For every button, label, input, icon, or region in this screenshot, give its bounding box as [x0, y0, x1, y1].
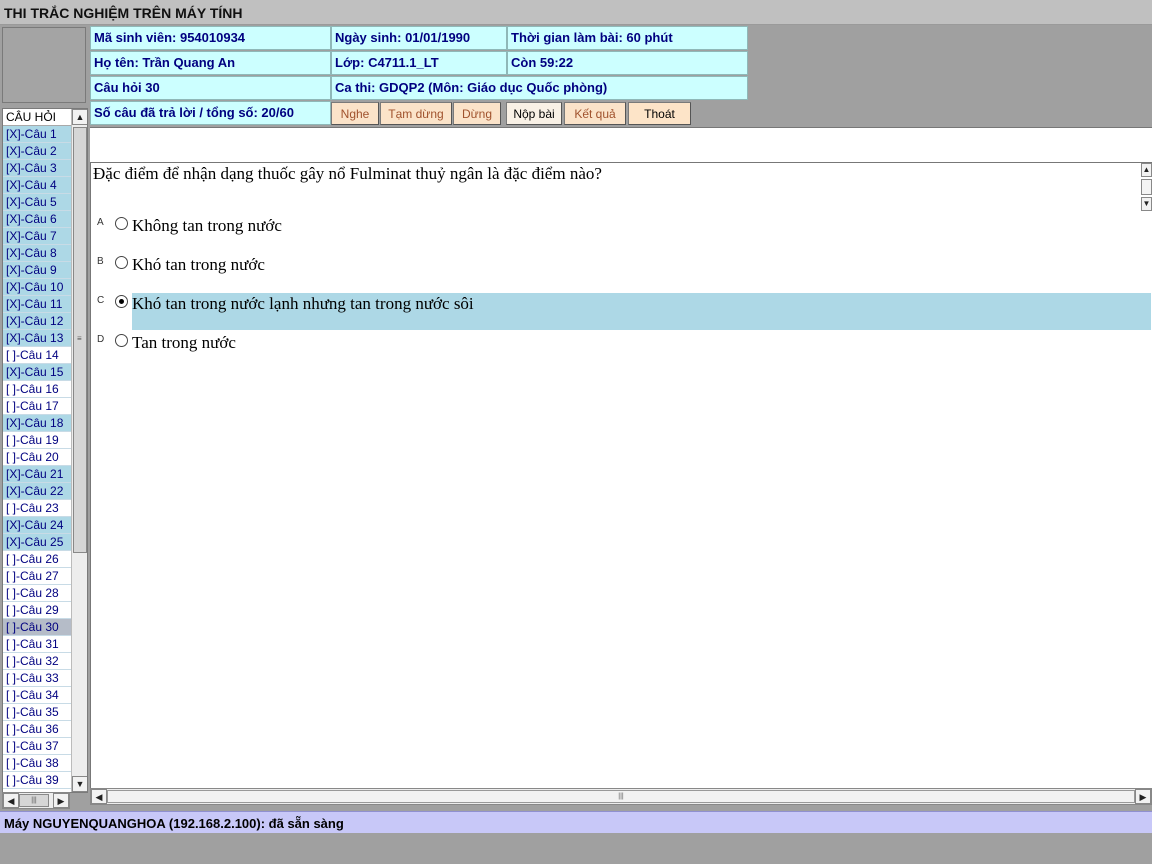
- question-list-item[interactable]: [X]-Câu 8: [3, 245, 71, 262]
- option-letter: D: [97, 334, 105, 345]
- scroll-down-arrow-icon[interactable]: ▼: [72, 776, 87, 792]
- option-letter: A: [97, 217, 104, 228]
- question-list-item[interactable]: [ ]-Câu 17: [3, 398, 71, 415]
- question-list-item[interactable]: [ ]-Câu 32: [3, 653, 71, 670]
- option-d[interactable]: D Tan trong nước: [91, 332, 1151, 370]
- student-id-cell: Mã sinh viên: 954010934: [90, 26, 331, 50]
- student-name-cell: Họ tên: Trần Quang An: [90, 51, 331, 75]
- dob-cell: Ngày sinh: 01/01/1990: [331, 26, 507, 50]
- question-list-item[interactable]: [ ]-Câu 33: [3, 670, 71, 687]
- duration-cell: Thời gian làm bài: 60 phút: [507, 26, 748, 50]
- question-list-item[interactable]: [X]-Câu 3: [3, 160, 71, 177]
- grip-icon: ≡: [77, 334, 82, 343]
- question-list-item[interactable]: [X]-Câu 9: [3, 262, 71, 279]
- question-list-item[interactable]: [X]-Câu 13: [3, 330, 71, 347]
- question-list-item[interactable]: [X]-Câu 7: [3, 228, 71, 245]
- option-a-radio[interactable]: [115, 217, 128, 230]
- question-list-item[interactable]: [ ]-Câu 28: [3, 585, 71, 602]
- scroll-up-arrow-icon[interactable]: ▲: [1141, 163, 1152, 177]
- question-list-item[interactable]: [ ]-Câu 36: [3, 721, 71, 738]
- question-text: Đặc điểm để nhận dạng thuốc gây nổ Fulmi…: [93, 164, 602, 183]
- question-list-hscrollbar[interactable]: ◀ ||| ▶: [2, 792, 70, 809]
- question-list-item[interactable]: [X]-Câu 25: [3, 534, 71, 551]
- title-bar: THI TRẮC NGHIỆM TRÊN MÁY TÍNH: [0, 0, 1152, 25]
- option-a[interactable]: A Không tan trong nước: [91, 215, 1151, 253]
- window-title: THI TRẮC NGHIỆM TRÊN MÁY TÍNH: [4, 5, 243, 21]
- question-list-item[interactable]: [X]-Câu 5: [3, 194, 71, 211]
- question-header-band: [90, 127, 1152, 162]
- question-list-items: CÂU HỎI [X]-Câu 1 [X]-Câu 2 [X]-Câu 3 [X]-C…: [3, 109, 71, 792]
- option-text[interactable]: Khó tan trong nước lạnh nhưng tan trong …: [132, 293, 1151, 330]
- question-list-item[interactable]: [ ]-Câu 30: [3, 619, 71, 636]
- scroll-left-arrow-icon[interactable]: ◀: [3, 793, 19, 808]
- answered-count-cell: Số câu đã trả lời / tổng số: 20/60: [90, 101, 331, 125]
- question-list-item[interactable]: [X]-Câu 2: [3, 143, 71, 160]
- question-list-item[interactable]: [ ]-Câu 27: [3, 568, 71, 585]
- question-list-item[interactable]: [X]-Câu 24: [3, 517, 71, 534]
- result-button[interactable]: Kết quả: [564, 102, 626, 125]
- question-list-item[interactable]: [X]-Câu 21: [3, 466, 71, 483]
- question-list-item[interactable]: [ ]-Câu 37: [3, 738, 71, 755]
- question-list-item[interactable]: [ ]-Câu 29: [3, 602, 71, 619]
- question-list-item[interactable]: [ ]-Câu 19: [3, 432, 71, 449]
- scroll-right-arrow-icon[interactable]: ▶: [1135, 789, 1151, 804]
- question-text-vscroll-thumb[interactable]: [1141, 179, 1152, 195]
- remaining-time-cell: Còn 59:22: [507, 51, 748, 75]
- option-letter: C: [97, 295, 105, 306]
- question-list-item[interactable]: [ ]-Câu 39: [3, 772, 71, 789]
- question-list-item[interactable]: [X]-Câu 18: [3, 415, 71, 432]
- question-list-item[interactable]: [ ]-Câu 20: [3, 449, 71, 466]
- option-c-radio[interactable]: [115, 295, 128, 308]
- question-list-item[interactable]: [X]-Câu 6: [3, 211, 71, 228]
- option-c[interactable]: C Khó tan trong nước lạnh nhưng tan tron…: [91, 293, 1151, 331]
- scroll-down-arrow-icon[interactable]: ▼: [1141, 197, 1152, 211]
- question-list-item[interactable]: [X]-Câu 11: [3, 296, 71, 313]
- question-list-item[interactable]: [X]-Câu 1: [3, 126, 71, 143]
- scroll-up-arrow-icon[interactable]: ▲: [72, 109, 87, 125]
- option-letter: B: [97, 256, 104, 267]
- question-list-vscroll-thumb[interactable]: ≡: [73, 127, 87, 553]
- status-text: Máy NGUYENQUANGHOA (192.168.2.100): đã s…: [4, 816, 344, 831]
- question-list-item[interactable]: [ ]-Câu 38: [3, 755, 71, 772]
- exit-button[interactable]: Thoát: [628, 102, 691, 125]
- option-b[interactable]: B Khó tan trong nước: [91, 254, 1151, 292]
- content-hscrollbar[interactable]: ◀ ||| ▶: [90, 788, 1152, 805]
- question-list-vscrollbar[interactable]: ▲ ≡ ▼: [71, 109, 87, 792]
- question-list-item[interactable]: [X]-Câu 12: [3, 313, 71, 330]
- question-list-item[interactable]: [ ]-Câu 35: [3, 704, 71, 721]
- option-b-radio[interactable]: [115, 256, 128, 269]
- class-cell: Lớp: C4711.1_LT: [331, 51, 507, 75]
- question-list-item[interactable]: [ ]-Câu 14: [3, 347, 71, 364]
- question-list-item[interactable]: [X]-Câu 10: [3, 279, 71, 296]
- option-text[interactable]: Không tan trong nước: [132, 215, 282, 252]
- stop-button[interactable]: Dừng: [453, 102, 501, 125]
- question-text-vscrollbar[interactable]: ▲ ▼: [1141, 163, 1152, 213]
- question-content: Đặc điểm để nhận dạng thuốc gây nổ Fulmi…: [90, 162, 1152, 788]
- question-list-header: CÂU HỎI: [3, 109, 71, 126]
- pause-button[interactable]: Tạm dừng: [380, 102, 452, 125]
- question-list-item[interactable]: [ ]-Câu 31: [3, 636, 71, 653]
- question-list-item[interactable]: [X]-Câu 4: [3, 177, 71, 194]
- scroll-right-arrow-icon[interactable]: ▶: [53, 793, 69, 808]
- content-hscroll-thumb[interactable]: |||: [107, 790, 1135, 803]
- exam-session-cell: Ca thi: GDQP2 (Môn: Giáo dục Quốc phòng): [331, 76, 748, 100]
- listen-button[interactable]: Nghe: [331, 102, 379, 125]
- question-list: CÂU HỎI [X]-Câu 1 [X]-Câu 2 [X]-Câu 3 [X]-C…: [2, 108, 88, 793]
- question-list-item[interactable]: [X]-Câu 22: [3, 483, 71, 500]
- option-text[interactable]: Khó tan trong nước: [132, 254, 265, 291]
- question-list-item[interactable]: [ ]-Câu 16: [3, 381, 71, 398]
- question-list-rows: [X]-Câu 1 [X]-Câu 2 [X]-Câu 3 [X]-Câu 4 [X]-…: [3, 126, 71, 789]
- option-text[interactable]: Tan trong nước: [132, 332, 236, 369]
- question-list-item[interactable]: [X]-Câu 15: [3, 364, 71, 381]
- corner-panel: [2, 27, 86, 103]
- scroll-left-arrow-icon[interactable]: ◀: [91, 789, 107, 804]
- question-list-item[interactable]: [ ]-Câu 34: [3, 687, 71, 704]
- question-list-item[interactable]: [ ]-Câu 23: [3, 500, 71, 517]
- option-d-radio[interactable]: [115, 334, 128, 347]
- question-number-cell: Câu hỏi 30: [90, 76, 331, 100]
- status-bar: Máy NGUYENQUANGHOA (192.168.2.100): đã s…: [0, 811, 1152, 833]
- submit-button[interactable]: Nộp bài: [506, 102, 562, 125]
- question-list-hscroll-thumb[interactable]: |||: [19, 794, 49, 807]
- question-list-item[interactable]: [ ]-Câu 26: [3, 551, 71, 568]
